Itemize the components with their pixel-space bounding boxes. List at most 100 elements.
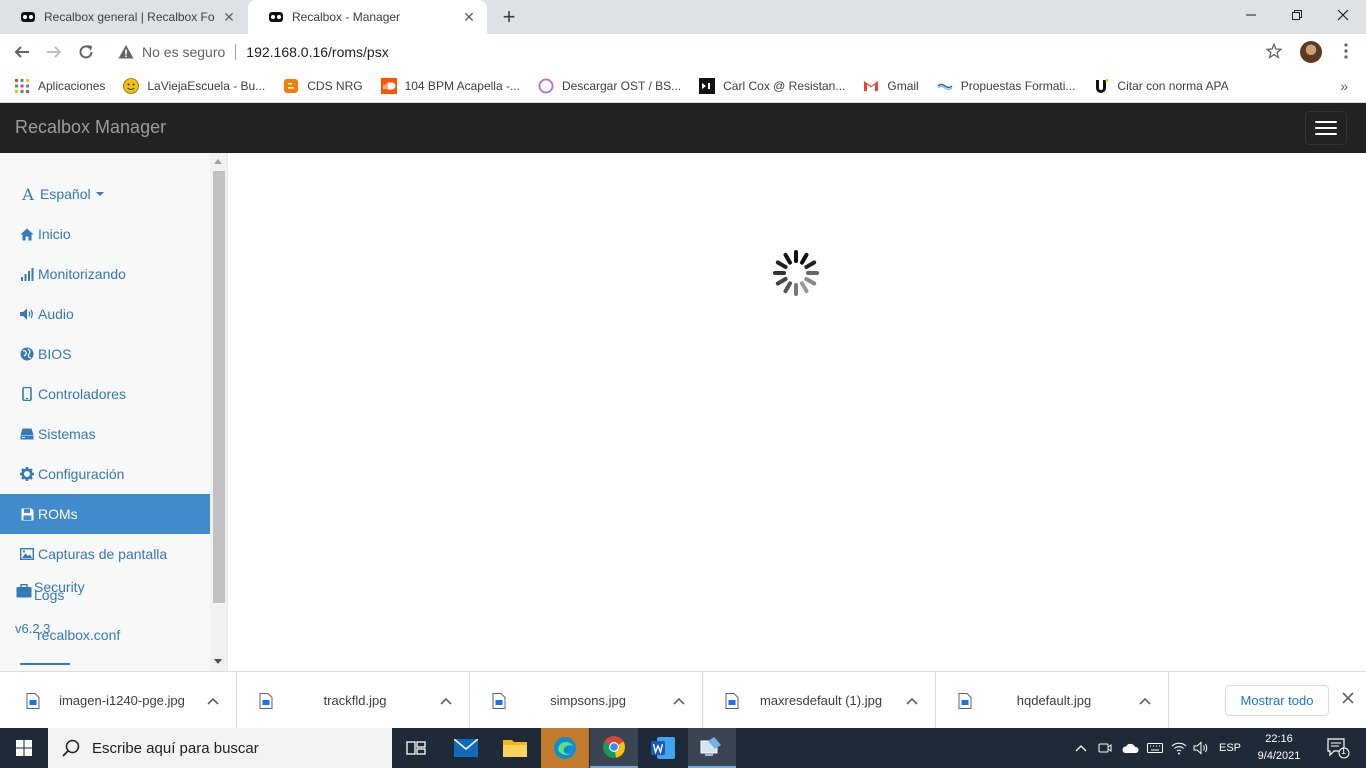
sidebar-item-monitorizando[interactable]: Monitorizando — [0, 254, 210, 294]
sidebar-scrollbar[interactable] — [210, 153, 227, 671]
bookmark-propuestas[interactable]: Propuestas Formati... — [937, 78, 1076, 94]
sidebar-item-configuracion[interactable]: Configuración — [0, 454, 210, 494]
blogger-icon — [284, 79, 299, 93]
scroll-up-arrow-icon[interactable] — [214, 159, 222, 164]
chevron-up-icon[interactable] — [437, 697, 455, 705]
start-button[interactable] — [0, 728, 48, 768]
download-item[interactable]: trackfld.jpg — [237, 672, 470, 729]
warning-icon[interactable] — [118, 44, 134, 60]
taskbar-clock[interactable]: 22:16 9/4/2021 — [1250, 731, 1308, 765]
bookmark-label: Carl Cox @ Resistan... — [723, 79, 846, 93]
back-button[interactable] — [12, 42, 32, 62]
hdd-icon — [20, 427, 34, 441]
bookmark-citar-apa[interactable]: Citar con norma APA — [1093, 78, 1229, 94]
menu-toggle-button[interactable] — [1305, 111, 1347, 145]
download-item[interactable]: simpsons.jpg — [470, 672, 703, 729]
taskbar-app-mail[interactable] — [442, 728, 490, 768]
tab-strip: Recalbox general | Recalbox Foru ✕ Recal… — [0, 0, 1366, 34]
bookmarks-overflow-button[interactable]: » — [1340, 78, 1348, 94]
bookmark-gmail[interactable]: Gmail — [863, 78, 919, 94]
bookmark-laviejaescuela[interactable]: LaViejaEscuela - Bu... — [123, 78, 265, 94]
browser-menu-button[interactable] — [1344, 43, 1348, 63]
chevron-up-icon[interactable] — [903, 697, 921, 705]
language-dropdown[interactable]: A Español — [0, 174, 210, 214]
url-text[interactable]: 192.168.0.16/roms/psx — [246, 44, 388, 60]
downloads-bar: imagen-i1240-pge.jpg trackfld.jpg simpso… — [0, 671, 1366, 729]
reload-button[interactable] — [76, 42, 96, 62]
tab-title: Recalbox general | Recalbox Foru — [44, 10, 215, 24]
show-all-downloads-button[interactable]: Mostrar todo — [1225, 685, 1329, 716]
taskbar-search-box[interactable]: Escribe aquí para buscar — [48, 728, 392, 768]
sidebar-item-bios[interactable]: BIOS — [0, 334, 210, 374]
download-item[interactable]: hqdefault.jpg — [936, 672, 1169, 729]
scroll-down-arrow-icon[interactable] — [214, 659, 222, 664]
taskbar-app-explorer[interactable] — [491, 728, 539, 768]
tray-language[interactable]: ESP — [1214, 728, 1246, 768]
close-window-button[interactable] — [1320, 0, 1366, 30]
keyboard-icon — [1147, 743, 1163, 753]
tray-meet-now[interactable] — [1095, 728, 1115, 768]
tray-keyboard[interactable] — [1144, 728, 1166, 768]
taskbar-app-edge[interactable] — [541, 728, 589, 768]
chevron-up-icon[interactable] — [204, 697, 222, 705]
search-placeholder: Escribe aquí para buscar — [92, 739, 259, 757]
close-downloads-bar-button[interactable] — [1340, 692, 1356, 708]
sidebar-item-recalbox-conf[interactable]: v6.2.3 recalbox.conf — [15, 621, 215, 645]
divider — [235, 44, 237, 60]
forward-button[interactable] — [44, 42, 64, 62]
scroll-thumb[interactable] — [213, 171, 225, 603]
bookmark-cds-nrg[interactable]: CDS NRG — [283, 78, 363, 94]
bookmark-apps[interactable]: Aplicaciones — [14, 78, 105, 94]
file-image-icon — [26, 692, 40, 709]
briefcase-icon — [16, 584, 32, 598]
tray-volume[interactable] — [1190, 728, 1212, 768]
sidebar-item-sistemas[interactable]: Sistemas — [0, 414, 210, 454]
network-app-icon — [700, 737, 721, 756]
font-icon: A — [22, 184, 34, 204]
taskbar-app-network-tool[interactable] — [688, 728, 736, 768]
close-icon[interactable]: ✕ — [221, 9, 237, 25]
sidebar-item-capturas[interactable]: Capturas de pantalla — [0, 534, 210, 574]
sidebar-item-roms[interactable]: ROMs — [0, 494, 210, 534]
smiley-icon — [123, 78, 140, 94]
wifi-icon — [1171, 742, 1187, 755]
tab-recalbox-forum[interactable]: Recalbox general | Recalbox Foru ✕ — [0, 0, 247, 34]
signal-icon — [20, 267, 34, 281]
sidebar-item-controladores[interactable]: Controladores — [0, 374, 210, 414]
minimize-button[interactable] — [1228, 0, 1274, 30]
task-view-icon — [406, 741, 426, 755]
sidebar-item-inicio[interactable]: Inicio — [0, 214, 210, 254]
tray-onedrive[interactable] — [1119, 728, 1141, 768]
task-view-button[interactable] — [392, 728, 440, 768]
address-bar[interactable]: No es seguro 192.168.0.16/roms/psx — [106, 38, 1292, 66]
close-icon[interactable]: ✕ — [461, 9, 477, 25]
bookmark-star-button[interactable] — [1265, 42, 1283, 62]
taskbar-app-word[interactable] — [639, 728, 687, 768]
bookmark-carl-cox[interactable]: Carl Cox @ Resistan... — [699, 78, 845, 94]
download-item[interactable]: maxresdefault (1).jpg — [703, 672, 936, 729]
sidebar-item-logs-label[interactable]: Logs — [34, 587, 64, 603]
bookmark-descargar-ost[interactable]: Descargar OST / BS... — [538, 78, 681, 94]
bookmark-label: CDS NRG — [307, 79, 363, 93]
sidebar-item-security[interactable]: Security Logs — [16, 579, 85, 603]
security-label[interactable]: No es seguro — [142, 44, 225, 60]
taskbar-app-chrome[interactable] — [590, 728, 638, 768]
tray-overflow-button[interactable] — [1071, 728, 1091, 768]
mixcloud-icon — [699, 78, 716, 94]
sidebar-item-audio[interactable]: Audio — [0, 294, 210, 334]
restore-button[interactable] — [1274, 0, 1320, 30]
chevron-up-icon[interactable] — [670, 697, 688, 705]
profile-avatar[interactable] — [1300, 41, 1322, 63]
chevron-up-icon[interactable] — [1136, 697, 1154, 705]
action-center-button[interactable]: 1 — [1320, 728, 1356, 768]
tab-recalbox-manager[interactable]: Recalbox - Manager ✕ — [248, 0, 487, 34]
new-tab-button[interactable]: + — [499, 6, 519, 28]
tray-wifi[interactable] — [1168, 728, 1190, 768]
bookmark-label: Propuestas Formati... — [960, 79, 1076, 93]
more-vert-icon — [1344, 43, 1348, 59]
brand-title[interactable]: Recalbox Manager — [15, 117, 166, 138]
sidebar-item-clipped[interactable] — [20, 663, 80, 671]
download-item[interactable]: imagen-i1240-pge.jpg — [4, 672, 237, 729]
bookmark-104-bpm[interactable]: 104 BPM Acapella -... — [380, 78, 520, 94]
volume-icon — [20, 307, 34, 321]
